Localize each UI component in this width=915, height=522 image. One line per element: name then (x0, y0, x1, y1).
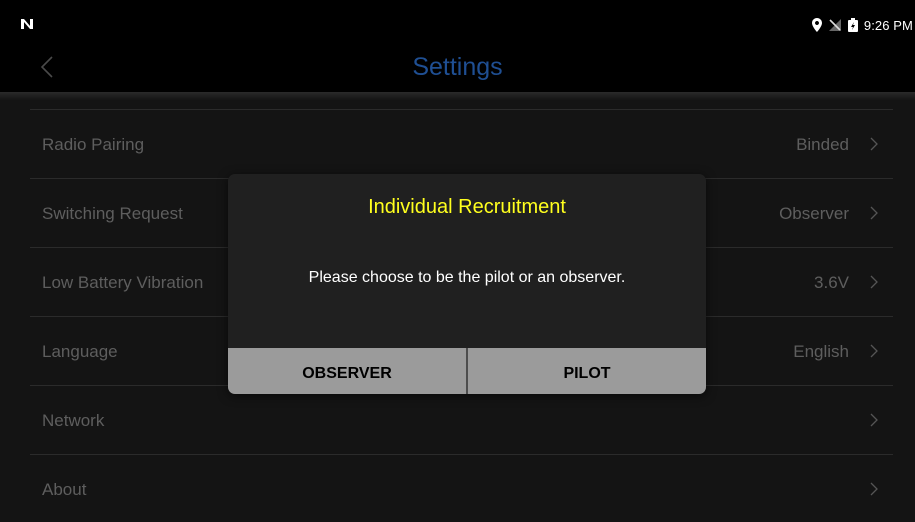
n-notification-icon (21, 19, 33, 29)
settings-item-label: Language (42, 342, 118, 361)
settings-item-label: Radio Pairing (42, 135, 145, 154)
recruitment-dialog: Individual Recruitment Please choose to … (228, 174, 706, 394)
settings-item-value: 3.6V (814, 273, 849, 292)
title-divider (0, 92, 915, 100)
settings-item-value: Binded (796, 135, 849, 154)
settings-item-label: About (42, 480, 87, 499)
page-title: Settings (412, 53, 503, 81)
settings-item-about[interactable]: About (30, 455, 893, 522)
settings-item-value: Observer (779, 204, 849, 223)
status-bar: 9:26 PM (0, 0, 915, 40)
observer-button[interactable]: OBSERVER (228, 348, 466, 394)
pilot-button[interactable]: PILOT (468, 348, 706, 394)
location-pin-icon (811, 18, 822, 32)
settings-item-label: Low Battery Vibration (42, 273, 204, 292)
settings-item-radio-pairing[interactable]: Radio Pairing Binded (30, 110, 893, 179)
dialog-button-bar: OBSERVER PILOT (228, 348, 706, 394)
chevron-right-icon (870, 206, 878, 220)
battery-icon (847, 18, 858, 32)
title-bar: Settings (0, 40, 915, 92)
chevron-right-icon (870, 413, 878, 427)
settings-item-network[interactable]: Network (30, 386, 893, 455)
status-time: 9:26 PM (863, 17, 913, 33)
chevron-right-icon (870, 137, 878, 151)
chevron-right-icon (870, 344, 878, 358)
settings-item-label: Switching Request (42, 204, 183, 223)
dialog-message: Please choose to be the pilot or an obse… (308, 269, 626, 286)
no-signal-icon (828, 19, 841, 31)
chevron-right-icon (870, 482, 878, 496)
status-icons: 9:26 PM (811, 17, 913, 33)
settings-item-value: English (793, 342, 849, 361)
dialog-title: Individual Recruitment (368, 196, 566, 218)
settings-item-label: Network (42, 411, 105, 430)
chevron-right-icon (870, 275, 878, 289)
